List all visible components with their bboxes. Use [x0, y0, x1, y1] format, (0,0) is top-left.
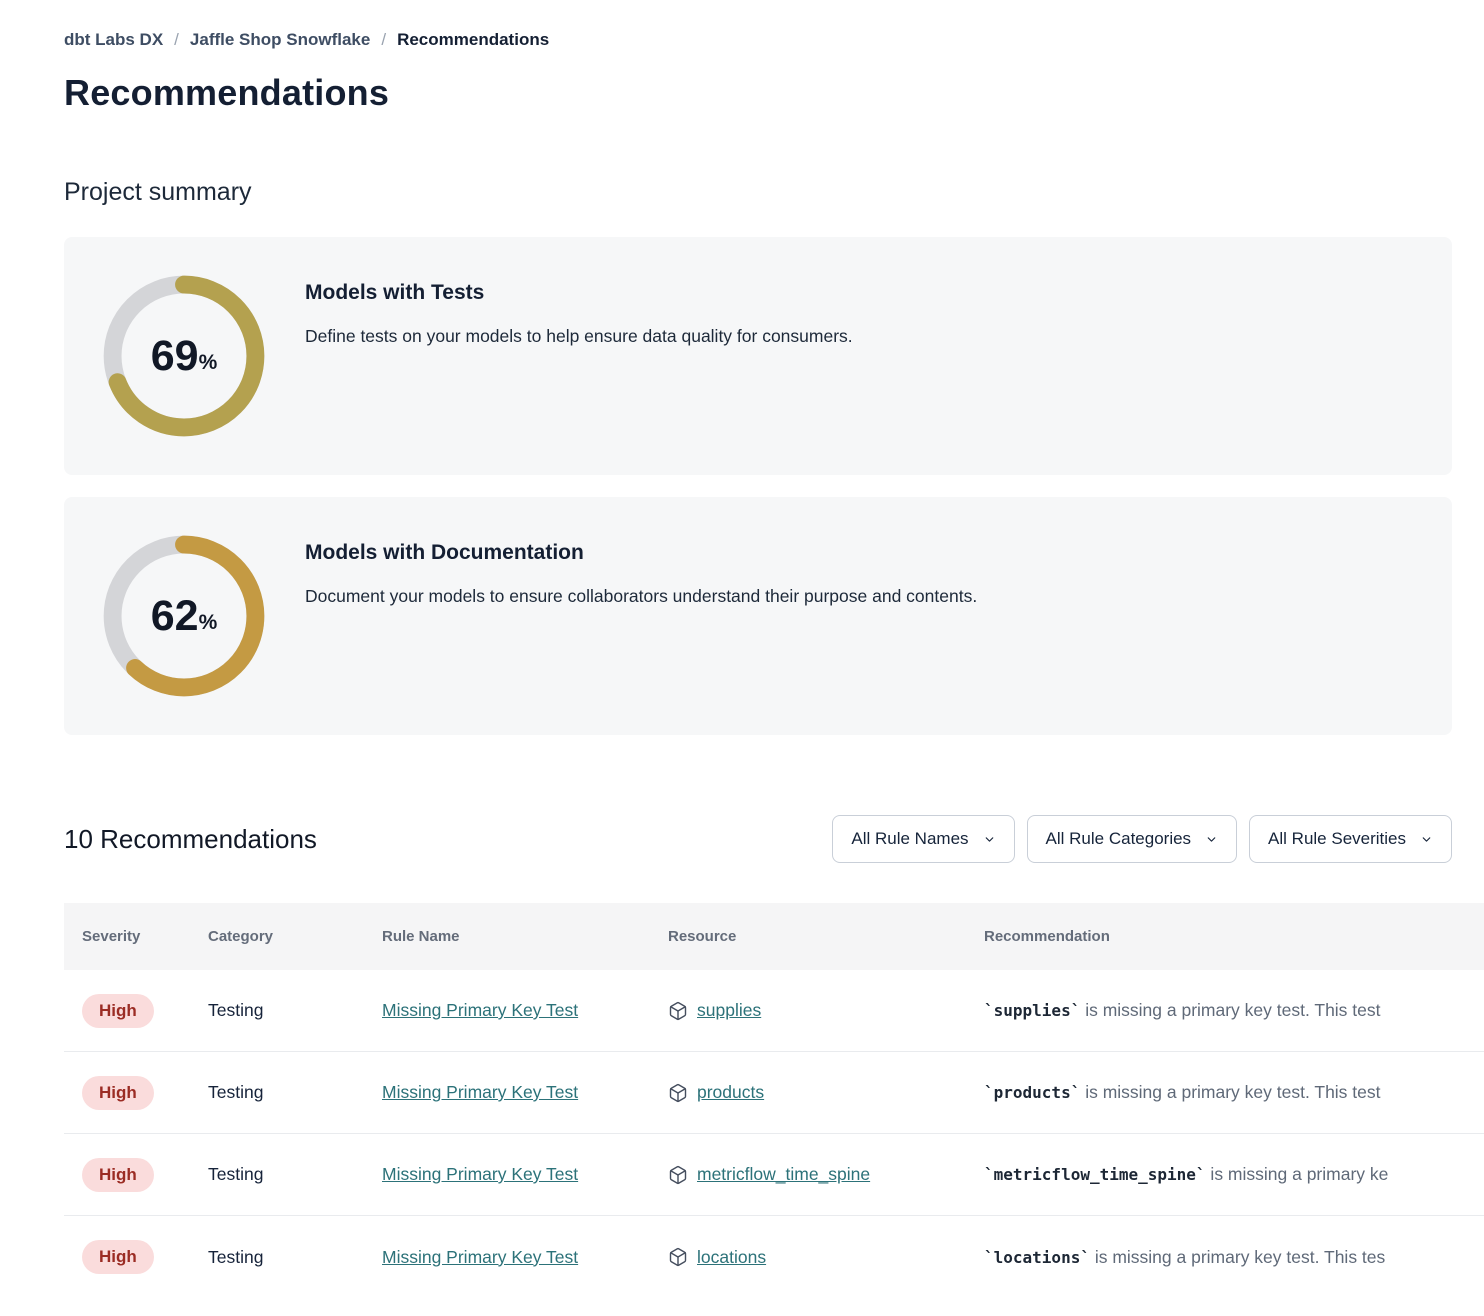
card-title: Models with Documentation — [305, 541, 977, 565]
donut-percent-value: 69 — [151, 335, 199, 378]
donut-percent-sign: % — [199, 611, 218, 635]
rule-names-filter-dropdown[interactable]: All Rule Names — [832, 815, 1014, 863]
chevron-down-icon — [1205, 833, 1218, 846]
resource-link[interactable]: products — [697, 1082, 764, 1103]
resource-link[interactable]: locations — [697, 1247, 766, 1268]
summary-card-models-with-documentation: 62% Models with Documentation Document y… — [64, 497, 1452, 735]
table-row: High Testing Missing Primary Key Test su… — [64, 970, 1484, 1052]
resource-link[interactable]: supplies — [697, 1000, 761, 1021]
resource-cell: products — [668, 1082, 984, 1103]
card-text-block: Models with Tests Define tests on your m… — [305, 281, 853, 347]
card-text-block: Models with Documentation Document your … — [305, 541, 977, 607]
severity-badge: High — [82, 1240, 154, 1274]
column-header-recommendation: Recommendation — [984, 928, 1484, 945]
rule-name-link[interactable]: Missing Primary Key Test — [382, 1164, 578, 1184]
resource-cell: metricflow_time_spine — [668, 1164, 984, 1185]
recommendation-code: `supplies` — [984, 1001, 1080, 1020]
recommendations-table: Severity Category Rule Name Resource Rec… — [64, 903, 1484, 1298]
breadcrumb: dbt Labs DX / Jaffle Shop Snowflake / Re… — [64, 30, 1484, 50]
recommendation-text: is missing a primary ke — [1206, 1164, 1389, 1184]
breadcrumb-item-project[interactable]: Jaffle Shop Snowflake — [190, 30, 370, 50]
rule-name-link[interactable]: Missing Primary Key Test — [382, 1082, 578, 1102]
recommendations-header: 10 Recommendations All Rule Names All Ru… — [64, 815, 1452, 863]
card-title: Models with Tests — [305, 281, 853, 305]
breadcrumb-item-org[interactable]: dbt Labs DX — [64, 30, 163, 50]
filter-label: All Rule Severities — [1268, 829, 1406, 849]
card-description: Define tests on your models to help ensu… — [305, 326, 853, 347]
column-header-severity: Severity — [82, 928, 208, 945]
category-cell: Testing — [208, 1000, 382, 1021]
model-box-icon — [668, 1165, 688, 1185]
column-header-category: Category — [208, 928, 382, 945]
rule-name-link[interactable]: Missing Primary Key Test — [382, 1000, 578, 1020]
column-header-rule-name: Rule Name — [382, 928, 668, 945]
recommendation-cell: `locations` is missing a primary key tes… — [984, 1247, 1484, 1268]
donut-percentage: 69% — [99, 271, 269, 441]
recommendations-count-heading: 10 Recommendations — [64, 824, 317, 855]
model-box-icon — [668, 1247, 688, 1267]
docs-donut-chart: 62% — [99, 531, 269, 701]
severity-badge: High — [82, 1076, 154, 1110]
category-cell: Testing — [208, 1247, 382, 1268]
filter-bar: All Rule Names All Rule Categories All R… — [832, 815, 1452, 863]
donut-percentage: 62% — [99, 531, 269, 701]
recommendation-cell: `metricflow_time_spine` is missing a pri… — [984, 1164, 1484, 1185]
table-row: High Testing Missing Primary Key Test lo… — [64, 1216, 1484, 1298]
table-header-row: Severity Category Rule Name Resource Rec… — [64, 903, 1484, 970]
recommendation-text: is missing a primary key test. This tes — [1090, 1247, 1385, 1267]
column-header-resource: Resource — [668, 928, 984, 945]
table-row: High Testing Missing Primary Key Test pr… — [64, 1052, 1484, 1134]
rule-severities-filter-dropdown[interactable]: All Rule Severities — [1249, 815, 1452, 863]
model-box-icon — [668, 1083, 688, 1103]
chevron-down-icon — [1420, 833, 1433, 846]
resource-link[interactable]: metricflow_time_spine — [697, 1164, 870, 1185]
breadcrumb-separator: / — [174, 30, 179, 50]
breadcrumb-item-current: Recommendations — [397, 30, 549, 50]
project-summary-heading: Project summary — [64, 178, 1484, 207]
severity-badge: High — [82, 994, 154, 1028]
summary-card-models-with-tests: 69% Models with Tests Define tests on yo… — [64, 237, 1452, 475]
recommendation-cell: `supplies` is missing a primary key test… — [984, 1000, 1484, 1021]
recommendation-code: `products` — [984, 1083, 1080, 1102]
card-description: Document your models to ensure collabora… — [305, 586, 977, 607]
donut-percent-value: 62 — [151, 595, 199, 638]
rule-name-link[interactable]: Missing Primary Key Test — [382, 1247, 578, 1267]
tests-donut-chart: 69% — [99, 271, 269, 441]
table-row: High Testing Missing Primary Key Test me… — [64, 1134, 1484, 1216]
breadcrumb-separator: / — [381, 30, 386, 50]
filter-label: All Rule Names — [851, 829, 968, 849]
model-box-icon — [668, 1001, 688, 1021]
recommendations-page: dbt Labs DX / Jaffle Shop Snowflake / Re… — [0, 0, 1484, 1298]
filter-label: All Rule Categories — [1046, 829, 1192, 849]
resource-cell: supplies — [668, 1000, 984, 1021]
rule-categories-filter-dropdown[interactable]: All Rule Categories — [1027, 815, 1238, 863]
recommendation-code: `metricflow_time_spine` — [984, 1165, 1206, 1184]
resource-cell: locations — [668, 1247, 984, 1268]
chevron-down-icon — [983, 833, 996, 846]
page-title: Recommendations — [64, 72, 1484, 114]
recommendation-text: is missing a primary key test. This test — [1080, 1000, 1380, 1020]
category-cell: Testing — [208, 1082, 382, 1103]
recommendation-text: is missing a primary key test. This test — [1080, 1082, 1380, 1102]
category-cell: Testing — [208, 1164, 382, 1185]
donut-percent-sign: % — [199, 351, 218, 375]
recommendation-code: `locations` — [984, 1248, 1090, 1267]
recommendation-cell: `products` is missing a primary key test… — [984, 1082, 1484, 1103]
severity-badge: High — [82, 1158, 154, 1192]
